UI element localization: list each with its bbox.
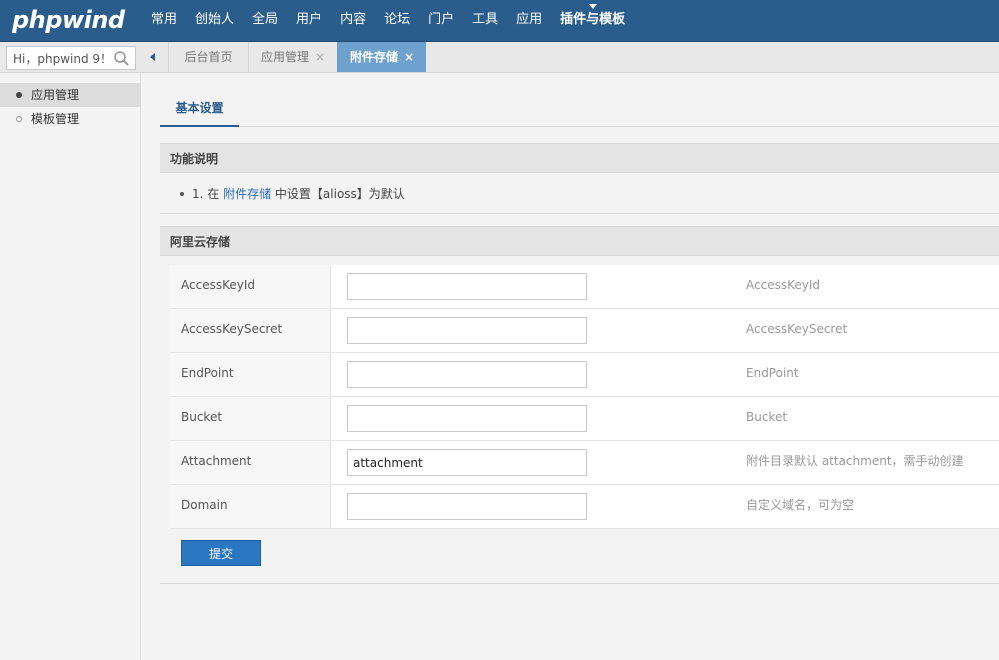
field-tip: 附件目录默认 attachment，需手动创建 — [746, 454, 964, 468]
field-tip: EndPoint — [746, 366, 799, 380]
nav-item-forum[interactable]: 论坛 — [375, 0, 419, 42]
phpwind-logo[interactable]: phpwind — [12, 2, 125, 38]
description-prefix: 1. 在 — [192, 187, 224, 201]
main-content: 基本设置 功能说明 1. 在 附件存储 中设置【alioss】为默认 阿里云存储… — [141, 73, 999, 660]
accesskeysecret-input[interactable] — [347, 317, 587, 344]
tab-app-management[interactable]: 应用管理 × — [248, 42, 337, 72]
sidebar-item-label: 应用管理 — [31, 88, 80, 102]
sidebar: 应用管理 模板管理 — [0, 73, 141, 660]
field-tip: AccessKeySecret — [746, 322, 848, 336]
search-icon[interactable] — [113, 50, 130, 67]
bullet-icon — [180, 191, 184, 196]
nav-item-content[interactable]: 内容 — [331, 0, 375, 42]
nav-item-tools[interactable]: 工具 — [463, 0, 507, 42]
nav-item-founder[interactable]: 创始人 — [186, 0, 243, 42]
attachment-storage-link[interactable]: 附件存储 — [223, 187, 271, 201]
description-suffix: 中设置【alioss】为默认 — [271, 187, 405, 201]
attachment-input[interactable] — [347, 449, 587, 476]
tab-label: 附件存储 — [349, 50, 398, 64]
endpoint-input[interactable] — [347, 361, 587, 388]
form-row-endpoint: EndPoint EndPoint — [170, 353, 999, 397]
nav-item-global[interactable]: 全局 — [243, 0, 287, 42]
tab-label: 后台首页 — [184, 50, 233, 64]
bullet-icon — [16, 92, 22, 98]
tab-basic-settings[interactable]: 基本设置 — [160, 96, 239, 127]
field-label: Domain — [170, 485, 331, 528]
field-tip: Bucket — [746, 410, 788, 424]
search-box — [6, 46, 136, 70]
section-title-description: 功能说明 — [160, 143, 999, 173]
nav-item-label: 插件与模板 — [560, 12, 626, 27]
form-row-accesskeyid: AccessKeyId AccessKeyId — [170, 265, 999, 309]
caret-down-icon — [588, 4, 597, 9]
submit-button[interactable]: 提交 — [181, 540, 261, 566]
form-row-bucket: Bucket Bucket — [170, 397, 999, 441]
close-icon[interactable]: × — [315, 42, 325, 72]
arrow-left-icon — [149, 53, 155, 61]
tab-attachment-storage[interactable]: 附件存储 × — [337, 42, 426, 72]
accesskeyid-input[interactable] — [347, 273, 587, 300]
form-row-attachment: Attachment 附件目录默认 attachment，需手动创建 — [170, 441, 999, 485]
bullet-icon — [16, 116, 22, 122]
form-row-accesskeysecret: AccessKeySecret AccessKeySecret — [170, 309, 999, 353]
nav-item-users[interactable]: 用户 — [287, 0, 331, 42]
form-row-domain: Domain 自定义域名，可为空 — [170, 485, 999, 529]
field-tip: AccessKeyId — [746, 278, 820, 292]
bucket-input[interactable] — [347, 405, 587, 432]
page-tabs: 基本设置 — [160, 96, 999, 127]
field-label: EndPoint — [170, 353, 331, 396]
aliyun-settings-form: AccessKeyId AccessKeyId AccessKeySecret … — [170, 265, 999, 529]
sidebar-item-template-management[interactable]: 模板管理 — [0, 107, 140, 131]
nav-item-apps[interactable]: 应用 — [507, 0, 551, 42]
nav-item-common[interactable]: 常用 — [142, 0, 186, 42]
search-input[interactable] — [7, 47, 111, 69]
field-label: Attachment — [170, 441, 331, 484]
nav-item-plugins-templates[interactable]: 插件与模板 — [551, 0, 634, 42]
top-bar: phpwind 常用 创始人 全局 用户 内容 论坛 门户 工具 应用 插件与模… — [0, 0, 999, 42]
close-icon[interactable]: × — [404, 42, 414, 72]
tab-label: 应用管理 — [260, 50, 309, 64]
sub-bar: 后台首页 应用管理 × 附件存储 × — [0, 42, 999, 73]
description-line: 1. 在 附件存储 中设置【alioss】为默认 — [180, 185, 405, 202]
nav-item-portal[interactable]: 门户 — [419, 0, 463, 42]
tabs-scroll-left-button[interactable] — [142, 42, 162, 72]
field-label: AccessKeyId — [170, 265, 331, 308]
main-nav: 常用 创始人 全局 用户 内容 论坛 门户 工具 应用 插件与模板 — [142, 0, 634, 42]
description-box: 1. 在 附件存储 中设置【alioss】为默认 — [160, 174, 999, 214]
section-title-aliyun: 阿里云存储 — [160, 226, 999, 256]
domain-input[interactable] — [347, 493, 587, 520]
field-tip: 自定义域名，可为空 — [746, 498, 855, 512]
submit-area: 提交 — [160, 529, 999, 584]
field-label: AccessKeySecret — [170, 309, 331, 352]
sidebar-item-label: 模板管理 — [31, 112, 80, 126]
sidebar-item-app-management[interactable]: 应用管理 — [0, 83, 140, 107]
field-label: Bucket — [170, 397, 331, 440]
tab-dashboard[interactable]: 后台首页 — [168, 42, 248, 72]
